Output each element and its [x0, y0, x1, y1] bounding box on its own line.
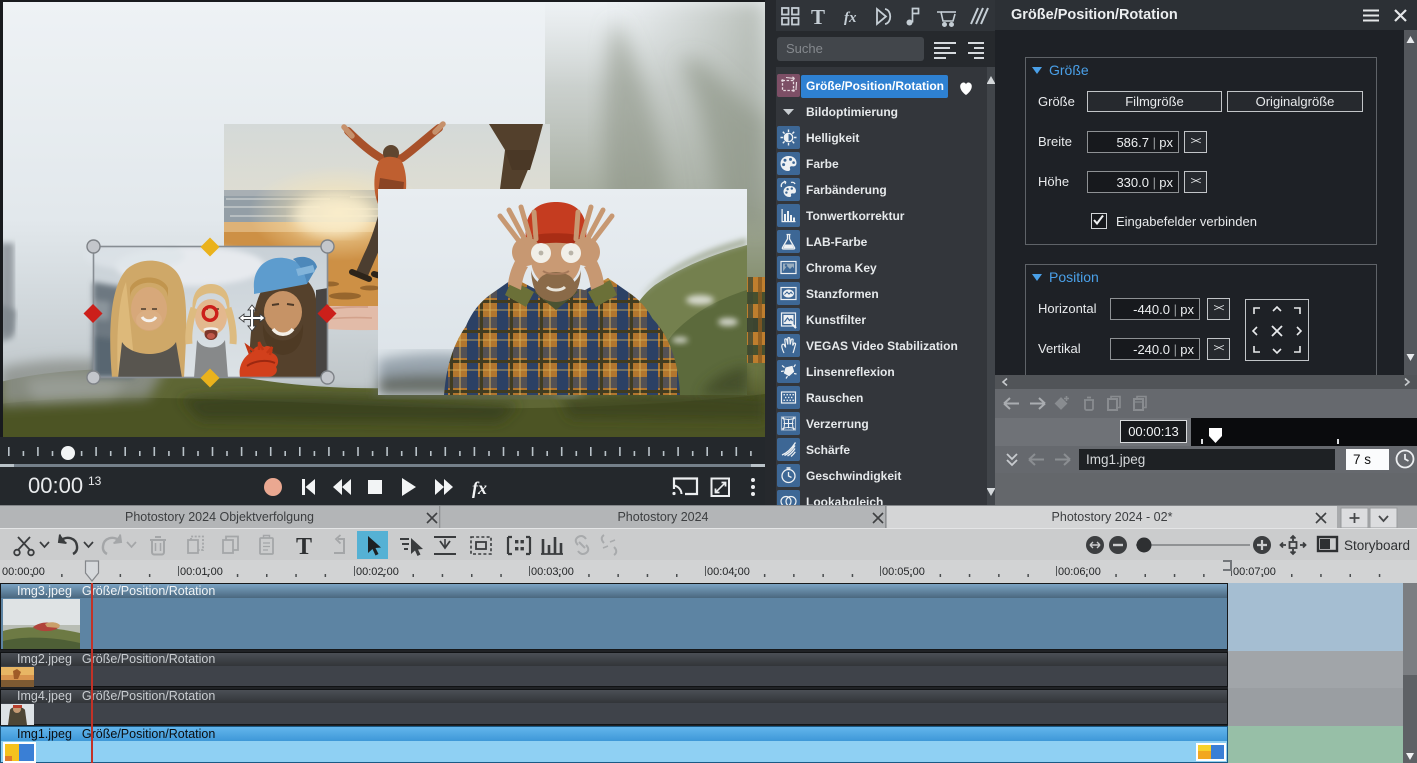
svg-text:fx: fx	[472, 478, 487, 498]
svg-text:00:04:00: 00:04:00	[707, 566, 750, 578]
svg-text:00:06:00: 00:06:00	[1058, 566, 1101, 578]
svg-text:00:05:00: 00:05:00	[882, 566, 925, 578]
svg-text:fx: fx	[844, 10, 857, 26]
svg-text:00:02:00: 00:02:00	[356, 566, 399, 578]
svg-text:00:07:00: 00:07:00	[1233, 566, 1276, 578]
svg-text:00:00:00: 00:00:00	[2, 566, 45, 578]
svg-text:00:01:00: 00:01:00	[180, 566, 223, 578]
svg-text:Storyboard: Storyboard	[1344, 538, 1410, 553]
svg-text:T: T	[811, 5, 825, 29]
svg-text:T: T	[296, 534, 312, 560]
svg-text:00:03:00: 00:03:00	[531, 566, 574, 578]
